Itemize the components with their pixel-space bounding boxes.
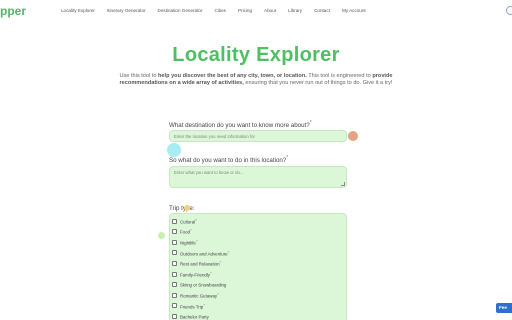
trip-type-option[interactable]: Nightlife? [172,238,198,246]
tooltip-mark[interactable]: ? [195,218,197,222]
decorative-dot [184,205,190,211]
nav-link-library[interactable]: Library [288,8,302,13]
tooltip-mark[interactable]: ? [228,250,230,254]
trip-type-option-label: Outdoors and Adventure? [180,249,230,257]
required-mark: * [286,155,289,161]
decorative-dot [158,232,165,239]
checkbox[interactable] [172,282,177,288]
trip-type-label: Trip type: [169,205,195,212]
main-nav: Locality Explorer Itinerary Generator De… [61,8,378,13]
nav-link-itinerary-generator[interactable]: Itinerary Generator [107,8,146,13]
trip-type-option-label: Friends Trip? [180,302,205,310]
trip-type-option-label: Family-Friendly? [180,270,212,278]
trip-type-option-label: Nightlife? [180,238,198,246]
tooltip-mark[interactable]: ? [220,260,222,264]
decorative-dot [348,131,358,141]
trip-type-group: Cultural? Food? Nightlife? Outdoors and … [169,213,347,320]
checkbox[interactable] [172,271,177,277]
destination-label: What destination do you want to know mor… [169,120,312,130]
checkbox[interactable] [172,292,177,298]
trip-type-option[interactable]: Friends Trip? [172,302,205,310]
trip-type-option[interactable]: Romantic Getaway? [172,291,219,299]
page-title: Locality Explorer [172,44,340,66]
trip-type-option[interactable]: Cultural? [172,217,197,225]
trip-type-option[interactable]: Outdoors and Adventure? [172,249,229,257]
trip-type-option[interactable]: Bachelor Party [172,312,209,320]
nav-link-destination-generator[interactable]: Destination Generator [158,8,203,13]
tooltip-mark[interactable]: ? [217,292,219,296]
trip-type-option-label: Cultural? [180,217,197,225]
settings-circle-icon[interactable] [506,6,512,15]
tooltip-mark[interactable]: ? [210,271,212,275]
trip-type-option[interactable]: Family-Friendly? [172,270,212,278]
checkbox[interactable] [172,303,177,309]
activity-label: So what do you want to do in this locati… [169,155,289,165]
nav-link-contact[interactable]: Contact [314,8,330,13]
resize-handle-icon[interactable] [341,182,345,186]
checkbox[interactable] [172,313,177,319]
checkbox[interactable] [172,250,177,256]
trip-type-option[interactable]: Skiing or Snowboarding [172,281,226,289]
feedback-button[interactable]: Fee [496,303,512,313]
trip-type-option-label: Skiing or Snowboarding [180,282,227,288]
nav-link-pricing[interactable]: Pricing [238,8,252,13]
activity-textarea[interactable]: Enter what you want to know or do... [169,166,347,188]
nav-link-cities[interactable]: Cities [214,8,226,13]
trip-type-option-label: Romantic Getaway? [180,291,219,299]
destination-input[interactable]: Enter the location you need information … [169,130,347,142]
tooltip-mark[interactable]: ? [190,228,192,232]
checkbox[interactable] [172,260,177,266]
nav-link-locality-explorer[interactable]: Locality Explorer [61,8,95,13]
tooltip-mark[interactable]: ? [203,303,205,307]
trip-type-option-label: Bachelor Party [180,314,209,320]
trip-type-option[interactable]: Rest and Relaxation? [172,259,221,267]
top-navigation-bar: pper Locality Explorer Itinerary Generat… [0,0,512,24]
checkbox[interactable] [172,229,177,235]
trip-type-option-label: Rest and Relaxation? [180,260,222,267]
nav-link-about[interactable]: About [264,8,276,13]
decorative-dot [167,143,181,157]
nav-link-my-account[interactable]: My Account [342,8,366,13]
required-mark: * [309,120,312,126]
tooltip-mark[interactable]: ? [196,239,198,243]
trip-type-option-label: Food? [180,228,192,235]
brand-logo[interactable]: pper [0,4,26,18]
trip-type-option[interactable]: Food? [172,228,192,236]
intro-text: Use this tool to help you discover the b… [119,73,393,87]
checkbox[interactable] [172,218,177,224]
checkbox[interactable] [172,239,177,245]
